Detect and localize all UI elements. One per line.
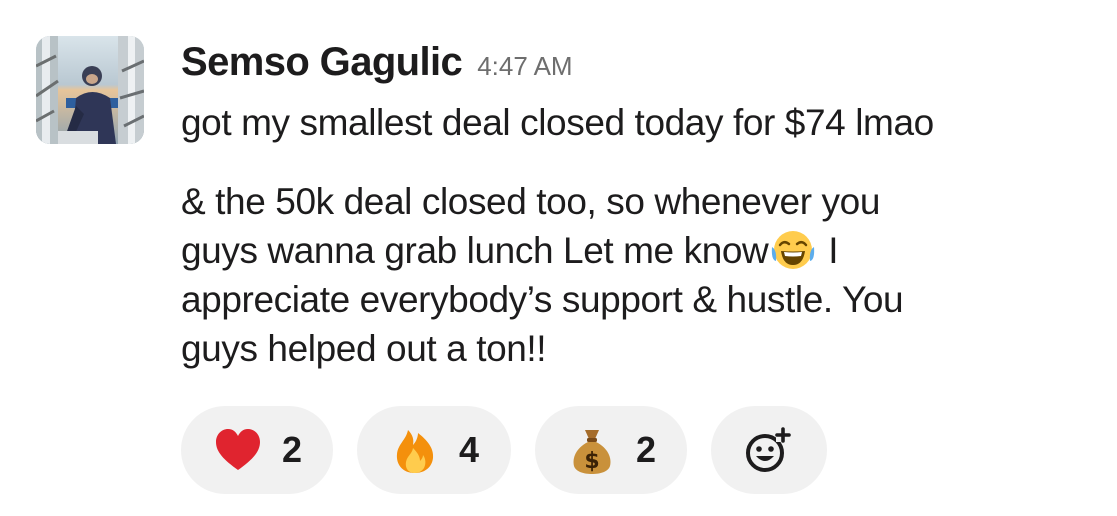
message-content: Semso Gagulic 4:47 AM got my smallest de… (181, 36, 1091, 494)
reaction-heart-button[interactable]: 2 (181, 406, 333, 494)
message-line-text: I (818, 230, 839, 271)
sender-name[interactable]: Semso Gagulic (181, 36, 463, 88)
red-heart-icon (212, 424, 264, 476)
reaction-fire-button[interactable]: 4 (357, 406, 511, 494)
message-line: guys helped out a ton!! (181, 328, 547, 369)
message-paragraph-1: got my smallest deal closed today for $7… (181, 102, 934, 143)
avatar[interactable] (36, 36, 144, 144)
message-timestamp[interactable]: 4:47 AM (477, 40, 572, 92)
tears-of-joy-emoji-icon (770, 227, 816, 273)
add-reaction-icon (743, 424, 795, 476)
message-header: Semso Gagulic 4:47 AM (181, 36, 1091, 88)
message-line: guys wanna grab lunch Let me know I (181, 226, 1091, 275)
message-line: appreciate everybody’s support & hustle.… (181, 279, 904, 320)
reaction-money-bag-button[interactable]: $ 2 (535, 406, 687, 494)
svg-text:$: $ (584, 449, 599, 474)
fire-icon (389, 424, 441, 476)
reaction-count: 4 (458, 429, 480, 470)
avatar-photo (36, 36, 144, 144)
add-reaction-button[interactable] (711, 406, 827, 494)
reactions-bar: 2 4 $ 2 (181, 406, 827, 494)
message-line: & the 50k deal closed too, so whenever y… (181, 181, 880, 222)
message-line-text: guys wanna grab lunch Let me know (181, 230, 769, 271)
reaction-count: 2 (635, 429, 657, 470)
message-paragraph-2: & the 50k deal closed too, so whenever y… (181, 177, 1091, 373)
message: Semso Gagulic 4:47 AM got my smallest de… (36, 36, 1096, 506)
money-bag-icon: $ (566, 424, 618, 476)
reaction-count: 2 (281, 429, 303, 470)
